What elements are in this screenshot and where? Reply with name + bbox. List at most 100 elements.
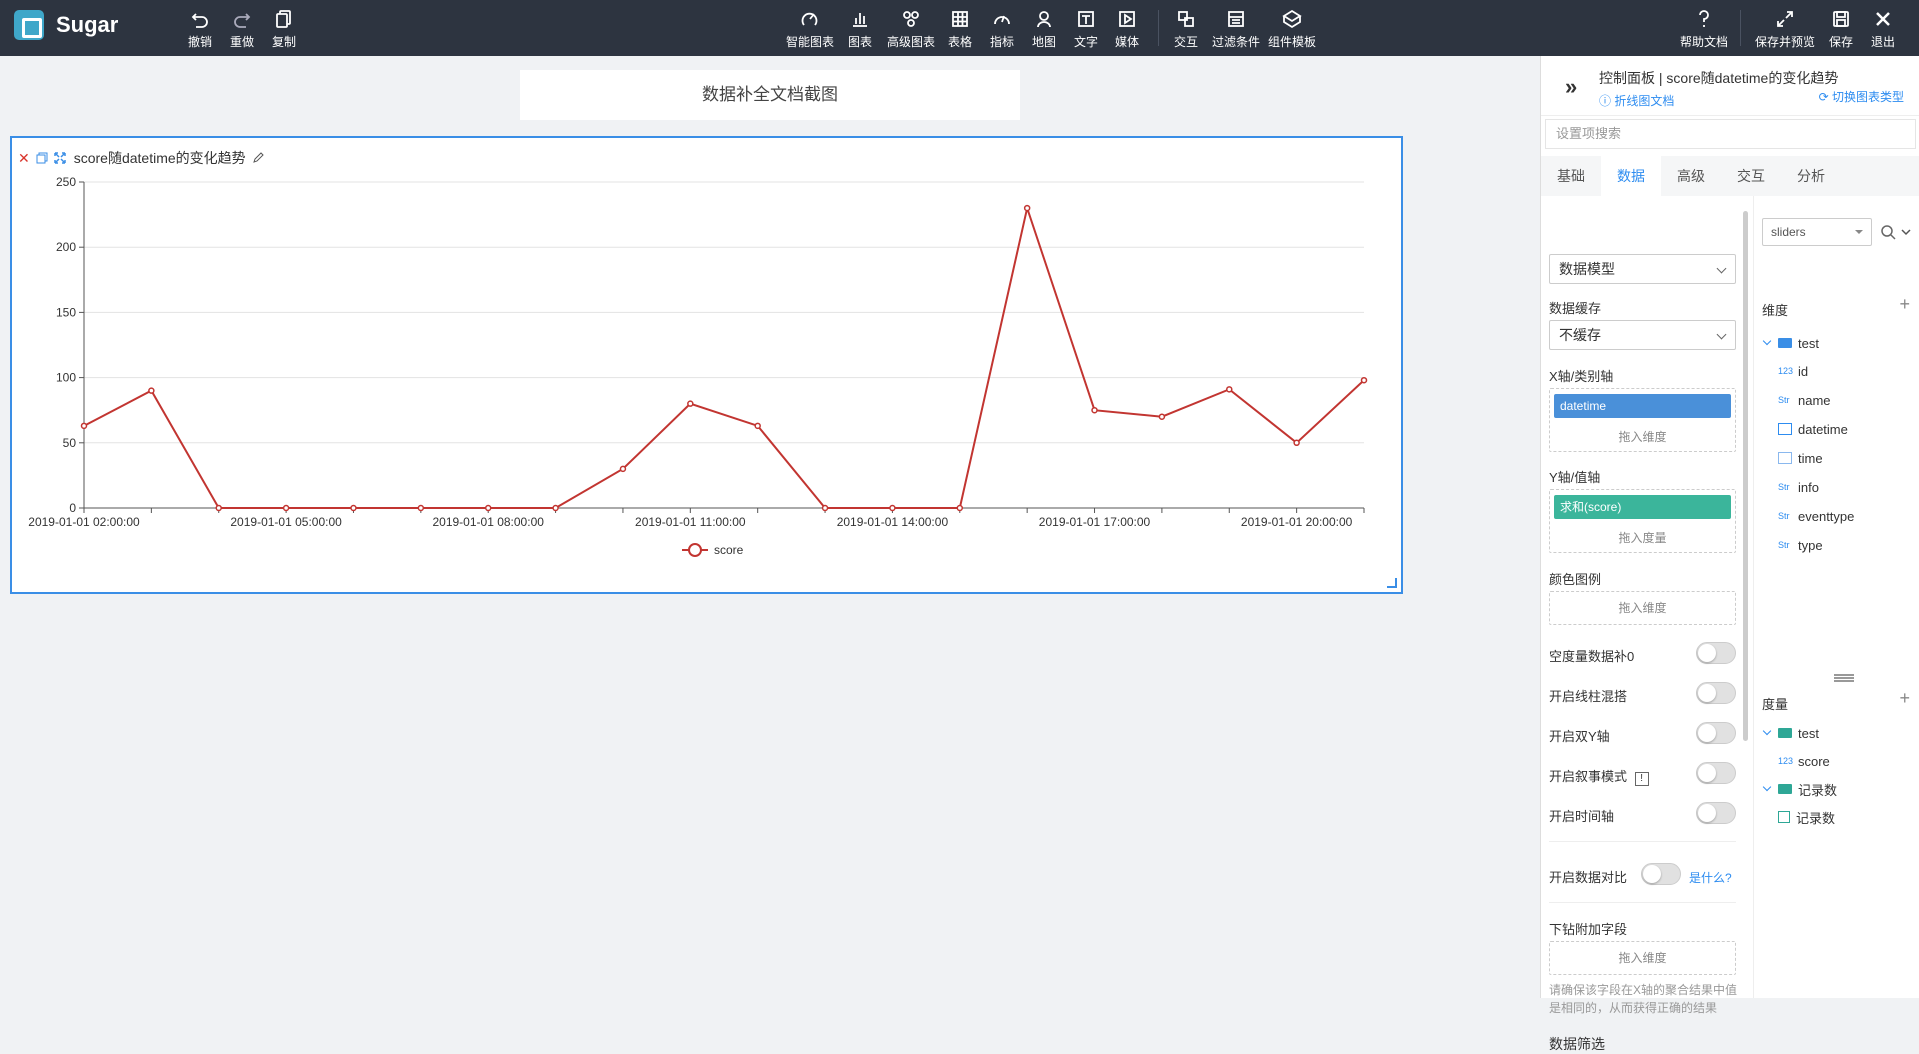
template-button[interactable]: 组件模板	[1268, 9, 1316, 50]
field-item[interactable]: time	[1778, 447, 1823, 469]
media-button[interactable]: 媒体	[1115, 9, 1139, 50]
datasource-select[interactable]: sliders	[1762, 218, 1872, 246]
delete-widget-icon[interactable]: ✕	[18, 151, 30, 165]
panel-title: 控制面板 | score随datetime的变化趋势	[1599, 70, 1839, 86]
add-measure-icon[interactable]: +	[1899, 688, 1910, 709]
add-dimension-icon[interactable]: +	[1899, 294, 1910, 315]
app-name: Sugar	[56, 12, 119, 37]
settings-scrollbar[interactable]	[1743, 211, 1748, 741]
field-item[interactable]: datetime	[1778, 418, 1848, 440]
cache-select[interactable]: 不缓存	[1549, 320, 1736, 350]
exit-button[interactable]: 退出	[1871, 9, 1895, 50]
tab-basic[interactable]: 基础	[1541, 156, 1601, 196]
data-point	[1360, 376, 1368, 384]
report-title[interactable]: 数据补全文档截图	[520, 70, 1020, 120]
smart-chart-button[interactable]: 智能图表	[786, 9, 834, 50]
field-item[interactable]: 123 id	[1778, 360, 1808, 382]
duplicate-widget-icon[interactable]	[36, 152, 48, 164]
data-point	[821, 504, 829, 512]
count-type-icon	[1778, 811, 1790, 823]
field-list-column: sliders 维度 + test 123 id Str name datetime…	[1753, 196, 1919, 998]
cache-label: 数据缓存	[1549, 301, 1602, 316]
chart-button[interactable]: 图表	[848, 9, 872, 50]
smart-chart-icon	[801, 12, 818, 26]
toolbar-divider	[1740, 10, 1741, 46]
settings-search-input[interactable]: 设置项搜索	[1545, 119, 1916, 149]
tab-data[interactable]: 数据	[1601, 156, 1661, 196]
edit-pencil-icon[interactable]	[252, 152, 264, 164]
panel-header: » 控制面板 | score随datetime的变化趋势 ⓘ 折线图文档 ⟳ 切…	[1541, 56, 1919, 116]
filter-button[interactable]: 过滤条件	[1212, 9, 1260, 50]
data-point	[754, 422, 761, 430]
zero-fill-label: 空度量数据补0	[1549, 649, 1635, 664]
zero-fill-toggle[interactable]	[1696, 642, 1736, 664]
widget-toolbar: ✕ score随datetime的变化趋势	[18, 148, 264, 168]
field-name: name	[1798, 392, 1831, 408]
string-type-icon: Str	[1778, 395, 1790, 405]
x-axis-field-chip[interactable]: datetime	[1554, 394, 1731, 418]
field-item[interactable]: Str eventtype	[1778, 505, 1854, 527]
fullscreen-icon[interactable]	[53, 152, 66, 164]
help-icon	[1699, 10, 1709, 27]
search-icon[interactable]	[1880, 224, 1896, 240]
resize-handle[interactable]	[1387, 578, 1397, 588]
field-name: info	[1798, 479, 1819, 495]
chart-doc-link[interactable]: ⓘ 折线图文档	[1599, 92, 1674, 109]
field-item[interactable]: Str type	[1778, 534, 1823, 556]
narrative-mode-toggle[interactable]	[1696, 762, 1736, 784]
interaction-button[interactable]: 交互	[1174, 9, 1198, 50]
dual-y-toggle[interactable]	[1696, 722, 1736, 744]
tab-interaction[interactable]: 交互	[1721, 156, 1781, 196]
narrative-mode-label: 开启叙事模式 !	[1549, 766, 1649, 786]
redo-icon	[234, 13, 251, 28]
field-item[interactable]: Str name	[1778, 389, 1831, 411]
indicator-button[interactable]: 指标	[990, 9, 1014, 50]
collapse-panel-icon[interactable]: »	[1565, 74, 1577, 100]
record-count-group[interactable]: 记录数	[1762, 778, 1837, 800]
timeline-label: 开启时间轴	[1549, 809, 1615, 824]
y-axis-dropzone[interactable]: 求和(score) 拖入度量	[1549, 489, 1736, 553]
timeline-toggle[interactable]	[1696, 802, 1736, 824]
help-button[interactable]: 帮助文档	[1680, 9, 1728, 50]
switch-chart-type-link[interactable]: ⟳ 切换图表类型	[1819, 88, 1904, 105]
what-is-this-link[interactable]: 是什么?	[1689, 869, 1732, 886]
field-name: id	[1798, 363, 1809, 379]
media-icon	[1119, 11, 1135, 27]
color-legend-dropzone[interactable]: 拖入维度	[1549, 591, 1736, 625]
series-line-score	[83, 204, 1365, 509]
tab-advanced[interactable]: 高级	[1661, 156, 1721, 196]
line-bar-mix-toggle[interactable]	[1696, 682, 1736, 704]
dimension-table[interactable]: test	[1762, 332, 1819, 354]
y-axis-field-chip[interactable]: 求和(score)	[1554, 495, 1731, 519]
redo-button[interactable]: 重做	[230, 9, 254, 50]
save-button[interactable]: 保存	[1829, 9, 1853, 50]
data-model-select[interactable]: 数据模型	[1549, 254, 1736, 284]
text-button[interactable]: 文字	[1074, 9, 1098, 50]
measure-table[interactable]: test	[1762, 722, 1819, 744]
map-button[interactable]: 地图	[1032, 9, 1056, 50]
panel-tabs: 基础 数据 高级 交互 分析	[1541, 156, 1919, 196]
chevron-down-icon[interactable]	[1900, 226, 1912, 238]
drill-field-dropzone[interactable]: 拖入维度	[1549, 941, 1736, 975]
field-item[interactable]: Str info	[1778, 476, 1819, 498]
chart-doc-link-label: 折线图文档	[1614, 94, 1675, 108]
data-compare-toggle[interactable]	[1641, 863, 1681, 885]
field-item[interactable]: 记录数	[1778, 806, 1835, 828]
undo-button[interactable]: 撤销	[188, 9, 212, 50]
copy-button[interactable]: 复制	[272, 9, 296, 50]
save-preview-button[interactable]: 保存并预览	[1755, 9, 1815, 50]
close-icon	[1876, 12, 1890, 26]
advanced-chart-button[interactable]: 高级图表	[887, 9, 935, 50]
field-item[interactable]: 123 score	[1778, 750, 1830, 772]
tab-analysis[interactable]: 分析	[1781, 156, 1841, 196]
data-point	[1226, 386, 1233, 393]
data-point	[215, 504, 222, 512]
line-chart-widget[interactable]: 0 50 100 150 200 250 2019-01-01 02:00:00 2019-0…	[10, 136, 1403, 594]
data-settings-column: 数据模型 数据缓存 不缓存 X轴/类别轴 datetime 拖入维度 Y轴/值轴…	[1549, 196, 1744, 1052]
filter-icon	[1228, 11, 1244, 27]
info-icon[interactable]: !	[1634, 772, 1649, 786]
splitter-handle[interactable]	[1834, 674, 1854, 682]
number-type-icon: 123	[1778, 756, 1794, 766]
x-axis-dropzone[interactable]: datetime 拖入维度	[1549, 388, 1736, 452]
table-button[interactable]: 表格	[948, 9, 972, 50]
